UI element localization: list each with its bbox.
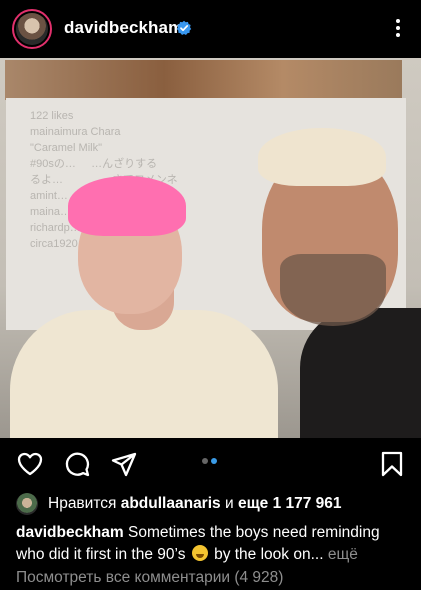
caption-text-continued: by the look on... <box>214 546 324 563</box>
poster-text-line: "Caramel Milk" <box>30 142 102 154</box>
likes-prefix: Нравится <box>48 495 117 512</box>
likes-count[interactable]: еще 1 177 961 <box>238 495 342 512</box>
bookmark-icon[interactable] <box>378 450 406 478</box>
laughing-emoji-icon <box>191 545 208 561</box>
caption-more-link[interactable]: ещё <box>328 546 358 563</box>
heart-icon[interactable] <box>16 450 44 478</box>
send-icon[interactable] <box>110 450 138 478</box>
man-beard <box>280 254 386 326</box>
poster-text-line: mainaimura Chara <box>30 126 121 138</box>
verified-badge-icon <box>176 20 192 35</box>
carousel-dot <box>202 458 208 464</box>
avatar-image <box>16 13 48 45</box>
post-photo[interactable]: 122 likes mainaimura Chara "Caramel Milk" #… <box>0 58 421 438</box>
boy-hair <box>68 176 186 236</box>
liker-avatar <box>16 493 38 515</box>
view-comments-link[interactable]: Посмотреть все комментарии (4 928) <box>16 569 283 587</box>
likes-text: Нравится abdullaanaris и еще 1 177 961 <box>48 495 342 513</box>
likes-joiner: и <box>224 495 234 512</box>
post-caption: davidbeckham Sometimes the boys need rem… <box>16 522 412 566</box>
post-header: davidbeckham <box>0 0 421 58</box>
likes-row[interactable]: Нравится abdullaanaris и еще 1 177 961 <box>16 492 342 516</box>
action-bar <box>0 444 421 484</box>
man-shirt <box>300 308 421 438</box>
liker-username[interactable]: abdullaanaris <box>121 495 221 512</box>
post-username[interactable]: davidbeckham <box>64 18 183 38</box>
poster-text-line: 122 likes <box>30 110 74 122</box>
man-hair <box>258 128 386 186</box>
profile-avatar[interactable] <box>12 9 52 49</box>
comment-icon[interactable] <box>63 450 91 478</box>
carousel-indicator <box>202 458 217 464</box>
poster-text-line: #90sの… …んざりする <box>30 158 158 170</box>
poster-frame <box>5 60 402 100</box>
caption-username[interactable]: davidbeckham <box>16 524 124 541</box>
more-vertical-icon[interactable] <box>395 16 401 42</box>
carousel-dot-active <box>211 458 217 464</box>
